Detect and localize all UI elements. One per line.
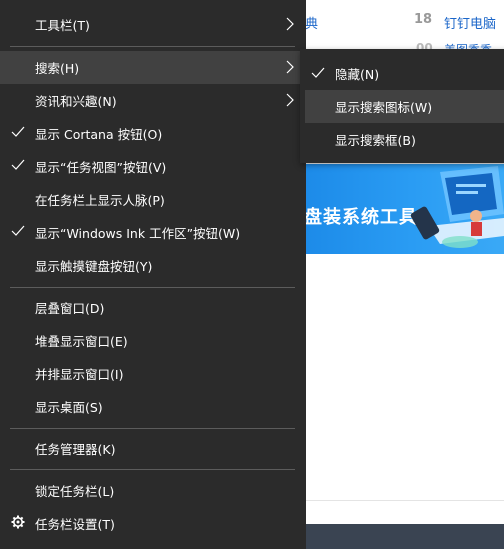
- menu-item-toolbars[interactable]: 工具栏(T): [0, 8, 306, 41]
- search-submenu: 隐藏(N) 显示搜索图标(W) 显示搜索框(B): [300, 49, 504, 163]
- menu-separator: [10, 428, 295, 429]
- menu-separator: [10, 287, 295, 288]
- menu-item-label: 工具栏(T): [35, 18, 90, 33]
- page-divider: [306, 500, 504, 501]
- background-link[interactable]: 钉钉电脑: [444, 13, 496, 32]
- chevron-right-icon: [286, 60, 294, 74]
- menu-item-label: 显示“Windows Ink 工作区”按钮(W): [35, 226, 241, 241]
- menu-item-label: 显示 Cortana 按钮(O): [35, 127, 163, 142]
- menu-item-label: 任务栏设置(T): [35, 517, 115, 532]
- menu-item-label: 资讯和兴趣(N): [35, 94, 117, 109]
- menu-item-show-touch-keyboard-button[interactable]: 显示触摸键盘按钮(Y): [0, 249, 306, 282]
- menu-item-label: 堆叠显示窗口(E): [35, 334, 128, 349]
- menu-item-label: 层叠窗口(D): [35, 301, 105, 316]
- rank-number-2: 00: [416, 41, 433, 49]
- taskbar-context-menu: 工具栏(T) 搜索(H) 资讯和兴趣(N) 显示 Cortana 按钮(O) 显…: [0, 0, 306, 549]
- menu-item-news-and-interests[interactable]: 资讯和兴趣(N): [0, 84, 306, 117]
- checkmark-icon: [11, 159, 25, 170]
- menu-item-task-manager[interactable]: 任务管理器(K): [0, 432, 306, 465]
- submenu-item-label: 显示搜索图标(W): [335, 100, 433, 115]
- checkmark-icon: [311, 67, 325, 78]
- submenu-item-show-search-icon[interactable]: 显示搜索图标(W): [305, 90, 504, 123]
- background-text-fragment: 典: [305, 17, 319, 32]
- menu-item-label: 显示“任务视图”按钮(V): [35, 160, 167, 175]
- menu-item-stack-windows[interactable]: 堆叠显示窗口(E): [0, 324, 306, 357]
- menu-item-label: 搜索(H): [35, 61, 80, 76]
- menu-item-label: 锁定任务栏(L): [35, 484, 115, 499]
- submenu-item-label: 显示搜索框(B): [335, 133, 416, 148]
- rank-number: 18: [414, 12, 433, 27]
- menu-item-show-windows-ink-button[interactable]: 显示“Windows Ink 工作区”按钮(W): [0, 216, 306, 249]
- submenu-item-label: 隐藏(N): [335, 67, 380, 82]
- menu-item-label: 并排显示窗口(I): [35, 367, 124, 382]
- gear-icon: [11, 515, 25, 529]
- taskbar-strip: [306, 524, 504, 549]
- menu-item-cascade-windows[interactable]: 层叠窗口(D): [0, 291, 306, 324]
- menu-item-show-people[interactable]: 在任务栏上显示人脉(P): [0, 183, 306, 216]
- chevron-right-icon: [286, 93, 294, 107]
- menu-item-show-desktop[interactable]: 显示桌面(S): [0, 390, 306, 423]
- promo-banner[interactable]: 盘装系统工具: [300, 164, 504, 254]
- menu-item-lock-taskbar[interactable]: 锁定任务栏(L): [0, 474, 306, 507]
- menu-item-label: 任务管理器(K): [35, 442, 116, 457]
- laptop-illustration-icon: [410, 166, 504, 248]
- chevron-right-icon: [286, 17, 294, 31]
- menu-item-show-cortana-button[interactable]: 显示 Cortana 按钮(O): [0, 117, 306, 150]
- menu-item-label: 显示触摸键盘按钮(Y): [35, 259, 153, 274]
- menu-item-label: 显示桌面(S): [35, 400, 103, 415]
- menu-item-show-task-view-button[interactable]: 显示“任务视图”按钮(V): [0, 150, 306, 183]
- menu-item-taskbar-settings[interactable]: 任务栏设置(T): [0, 507, 306, 540]
- checkmark-icon: [11, 126, 25, 137]
- checkmark-icon: [11, 225, 25, 236]
- submenu-item-show-search-box[interactable]: 显示搜索框(B): [300, 123, 504, 156]
- submenu-item-hidden[interactable]: 隐藏(N): [300, 57, 504, 90]
- menu-item-side-by-side-windows[interactable]: 并排显示窗口(I): [0, 357, 306, 390]
- menu-separator: [10, 46, 295, 47]
- menu-separator: [10, 469, 295, 470]
- menu-item-search[interactable]: 搜索(H): [0, 51, 306, 84]
- background-link-2[interactable]: 美图秀秀: [444, 41, 492, 49]
- menu-item-label: 在任务栏上显示人脉(P): [35, 193, 165, 208]
